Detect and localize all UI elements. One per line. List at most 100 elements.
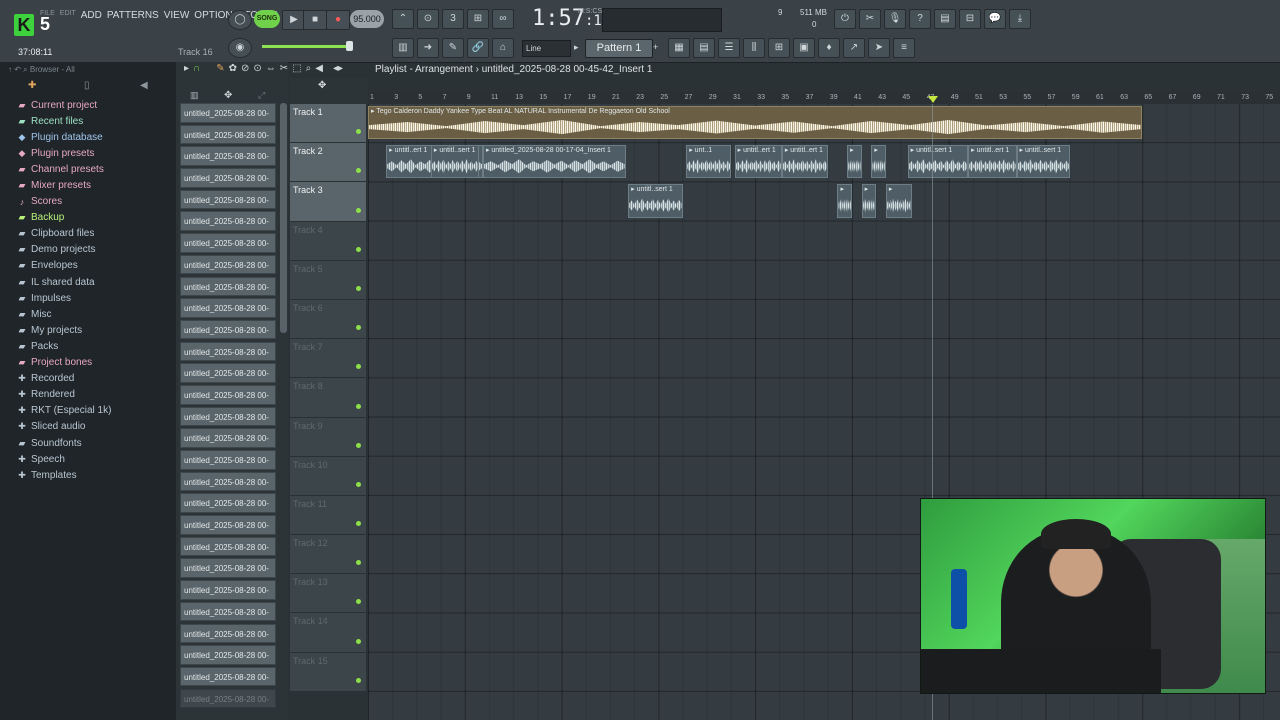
timeline-ruler[interactable]: 1 3 5 7 9 11 13 15 17 19 21 23 25 27 29 31 33 35 37 39 41 43 4…	[368, 92, 1280, 104]
paint-icon[interactable]: ✿	[229, 63, 237, 74]
picker-clip-item[interactable]: untitled_2025-08-28 00-	[180, 515, 276, 535]
pattern-prev-icon[interactable]: ▸	[574, 42, 579, 53]
browser-toggle-icon[interactable]: ↗	[843, 38, 865, 58]
video-icon[interactable]: ➤	[868, 38, 890, 58]
panel-menu-icon[interactable]: ≡	[893, 38, 915, 58]
picker-clip-item[interactable]: untitled_2025-08-28 00-	[180, 471, 276, 492]
picker-scrollbar[interactable]	[280, 103, 287, 333]
picker-clip-item[interactable]: untitled_2025-08-28 00-	[180, 493, 276, 513]
help-icon[interactable]: ?	[909, 9, 931, 29]
snap-select[interactable]: Line	[522, 40, 571, 57]
browser-item[interactable]: ✚ Speech	[16, 451, 174, 467]
select-icon[interactable]: ⬚	[292, 63, 301, 74]
menu-edit[interactable]: EDIT	[60, 10, 76, 21]
track-mute-led[interactable]	[356, 521, 361, 527]
pattern-selector[interactable]: Pattern 1	[585, 39, 653, 58]
track-mute-led[interactable]	[356, 325, 361, 331]
picker-clip-item[interactable]: untitled_2025-08-28 00-	[180, 558, 276, 579]
browser-item[interactable]: ▰ Misc	[16, 306, 174, 322]
browser-item[interactable]: ▰ Clipboard files	[16, 226, 174, 242]
metronome-icon[interactable]: ⌃	[392, 9, 414, 29]
master-volume-handle[interactable]	[346, 41, 353, 51]
track-mute-led[interactable]	[356, 599, 361, 605]
browser-item[interactable]: ▰ Impulses	[16, 290, 174, 306]
picker-clip-item[interactable]: untitled_2025-08-28 00-	[180, 341, 276, 362]
plugin-picker-icon[interactable]: ▣	[793, 38, 815, 58]
track-header[interactable]: Track 1	[290, 104, 366, 144]
track-mute-led[interactable]	[356, 129, 361, 135]
stamp-icon[interactable]: ⌂	[492, 38, 514, 58]
picker-clip-item[interactable]: untitled_2025-08-28 00-	[180, 601, 276, 622]
master-pitch-knob-icon[interactable]: ◉	[228, 38, 252, 58]
menu-view[interactable]: VIEW	[164, 10, 190, 21]
scroll-arrows-icon[interactable]: ✥	[318, 80, 326, 91]
track-mute-led[interactable]	[356, 207, 361, 213]
track-mute-led[interactable]	[356, 168, 361, 174]
browser-item[interactable]: ▰ Backup	[16, 210, 174, 226]
loop-record-icon[interactable]: ∞	[492, 9, 514, 29]
track-header[interactable]: Track 12	[290, 535, 366, 575]
track-mute-led[interactable]	[356, 481, 361, 487]
browser-item[interactable]: ▰ My projects	[16, 322, 174, 338]
brush-icon[interactable]: ✎	[442, 38, 464, 58]
audio-clip[interactable]: ▸ untitl..sert 1	[430, 145, 480, 179]
browser-back-icon[interactable]: ◀	[140, 80, 148, 91]
audio-clip[interactable]: ▸	[847, 145, 862, 179]
track-header[interactable]: Track 8	[290, 378, 366, 418]
picker-clip-item[interactable]: untitled_2025-08-28 00-	[180, 580, 276, 600]
menu-patterns[interactable]: PATTERNS	[107, 10, 159, 21]
audio-clip[interactable]: ▸ untitl..sert 1	[1016, 145, 1070, 179]
track-header[interactable]: Track 2	[290, 143, 366, 183]
menu-file[interactable]: FILE	[40, 10, 55, 21]
picker-clip-item[interactable]: untitled_2025-08-28 00-	[180, 103, 276, 123]
track-header[interactable]: Track 13	[290, 574, 366, 614]
master-volume-slider[interactable]	[262, 45, 352, 48]
browser-item[interactable]: ▰ Recent files	[16, 113, 174, 129]
magnet-icon[interactable]: ∩	[193, 63, 200, 74]
browser-item[interactable]: ✚ Recorded	[16, 371, 174, 387]
record-button[interactable]: ●	[326, 10, 350, 30]
audio-clip[interactable]: ▸ untitled_2025-08-28 00-17-04_Insert 1	[482, 145, 626, 179]
browser-item[interactable]: ✚ Templates	[16, 467, 174, 483]
picker-clip-item[interactable]: untitled_2025-08-28 00-	[180, 450, 276, 470]
picker-clip-item[interactable]: untitled_2025-08-28 00-	[180, 536, 276, 557]
browser-expand-icon[interactable]: ✚	[28, 80, 36, 91]
audio-clip[interactable]: ▸ untitl..ert 1	[968, 145, 1017, 179]
track-header[interactable]: Track 9	[290, 417, 366, 457]
track-mute-led[interactable]	[356, 246, 361, 252]
browser-item[interactable]: ♪ Scores	[16, 194, 174, 210]
mute-icon[interactable]: ⊙	[253, 63, 261, 74]
picker-clip-item[interactable]: untitled_2025-08-28 00-	[180, 124, 276, 145]
track-header[interactable]: Track 6	[290, 299, 366, 340]
mixer-window-icon[interactable]: ⫼	[743, 38, 765, 58]
track-header[interactable]: Track 4	[290, 221, 366, 261]
zoom-icon[interactable]: ⌕	[306, 63, 312, 74]
browser-item[interactable]: ◆ Plugin database	[16, 129, 174, 145]
audio-clip[interactable]: ▸ untitl..ert 1	[781, 145, 828, 179]
track-header[interactable]: Track 7	[290, 339, 366, 379]
browser-item[interactable]: ▰ Channel presets	[16, 161, 174, 177]
browser-item[interactable]: ◆ Plugin presets	[16, 145, 174, 161]
picker-clip-item[interactable]: untitled_2025-08-28 00-	[180, 254, 276, 275]
picker-clip-item[interactable]: untitled_2025-08-28 00-	[180, 319, 276, 340]
power-icon[interactable]: ⏻	[834, 9, 856, 29]
mixer-icon[interactable]: ⊟	[959, 9, 981, 29]
arrow-right-icon[interactable]: ➜	[417, 38, 439, 58]
picker-clip-item[interactable]: untitled_2025-08-28 00-	[180, 406, 276, 427]
download-icon[interactable]: ⤓	[1009, 9, 1031, 29]
song-pat-toggle-icon[interactable]: ◯	[228, 10, 252, 30]
track-mute-led[interactable]	[356, 560, 361, 566]
picker-clip-item[interactable]: untitled_2025-08-28 00-	[180, 168, 276, 188]
piano-roll-icon[interactable]: ▤	[693, 38, 715, 58]
picker-clip-item[interactable]: untitled_2025-08-28 00-	[180, 623, 276, 644]
browser-file-icon[interactable]: ▯	[84, 80, 90, 91]
picker-piano-icon[interactable]: ▥	[190, 90, 199, 101]
tempo-display[interactable]: 95.000	[350, 10, 384, 28]
track-mute-led[interactable]	[356, 403, 361, 409]
audio-clip[interactable]: ▸ untitl..sert 1	[628, 184, 683, 218]
playlist-window-icon[interactable]: ▦	[668, 38, 690, 58]
track-header[interactable]: Track 10	[290, 456, 366, 496]
slice-icon[interactable]: ✂	[280, 63, 288, 74]
picker-clip-item[interactable]: untitled_2025-08-28 00-	[180, 666, 276, 687]
picker-clip-item[interactable]: untitled_2025-08-28 00-	[180, 189, 276, 210]
